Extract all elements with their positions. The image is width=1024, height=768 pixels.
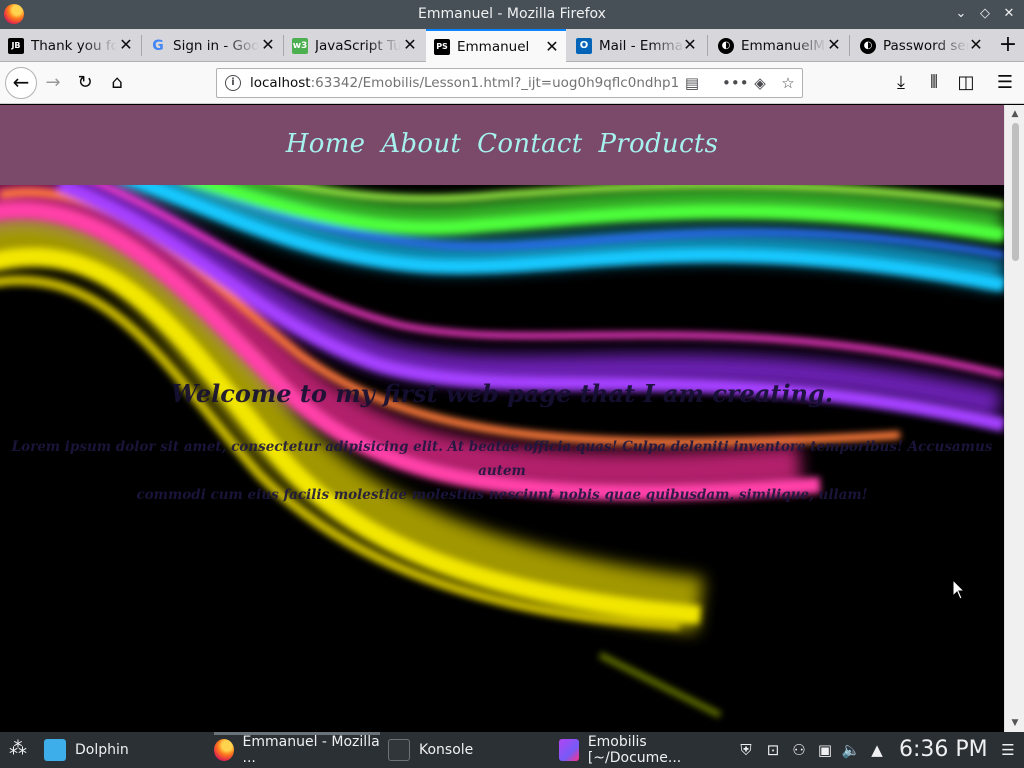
- reload-button[interactable]: ↻: [70, 68, 100, 98]
- panel-menu-icon[interactable]: ☰: [998, 740, 1018, 760]
- tab-label: Emmanuel: [457, 38, 530, 55]
- page-viewport: Home About Contact Products Welcome to m…: [0, 105, 1004, 732]
- close-tab-icon[interactable]: ✕: [402, 37, 418, 53]
- url-bar[interactable]: i localhost:63342/Emobilis/Lesson1.html?…: [216, 68, 803, 98]
- clock[interactable]: 6:36 PM: [899, 737, 988, 762]
- task-label: Emobilis [~/Docume...: [587, 734, 682, 766]
- tab-bar: JB Thank you for ✕ G Sign in - Goog ✕ w3…: [0, 29, 1024, 62]
- tab-active[interactable]: PS Emmanuel ✕: [426, 29, 566, 62]
- tab[interactable]: O Mail - Emman ✕: [568, 29, 704, 62]
- new-tab-button[interactable]: +: [994, 29, 1022, 62]
- task-label: Emmanuel - Mozilla ...: [242, 734, 380, 766]
- forward-button[interactable]: →: [38, 68, 68, 98]
- tab[interactable]: w3 JavaScript Tut ✕: [284, 29, 424, 62]
- application-launcher-icon[interactable]: ⁂: [8, 739, 28, 759]
- tab[interactable]: JB Thank you for ✕: [0, 29, 140, 62]
- url-text[interactable]: localhost:63342/Emobilis/Lesson1.html?_i…: [250, 75, 680, 91]
- google-icon: G: [152, 37, 164, 54]
- task-label: Konsole: [419, 742, 474, 758]
- page-paragraph: Lorem ipsum dolor sit amet, consectetur …: [0, 435, 1004, 507]
- jetbrains-icon: JB: [8, 37, 24, 54]
- sidebar-icon[interactable]: ◫: [951, 68, 981, 98]
- tab[interactable]: ◐ Password ser ✕: [852, 29, 990, 62]
- nav-link-about[interactable]: About: [381, 129, 461, 159]
- w3schools-icon: w3: [292, 37, 308, 54]
- close-tab-icon[interactable]: ✕: [826, 37, 842, 53]
- nav-link-contact[interactable]: Contact: [477, 129, 582, 159]
- tab-label: Mail - Emman: [599, 37, 685, 54]
- close-window-icon[interactable]: ✕: [1000, 5, 1018, 23]
- tab-label: JavaScript Tut: [315, 37, 401, 54]
- network-icon[interactable]: ⊡: [763, 740, 783, 760]
- page-actions-icon[interactable]: •••: [722, 74, 749, 92]
- mouse-cursor-icon: [952, 579, 966, 600]
- reader-view-icon[interactable]: ▤: [683, 74, 701, 92]
- page-scrollbar[interactable]: ▲ ▼: [1004, 105, 1024, 732]
- expand-tray-icon[interactable]: ▲: [867, 740, 887, 760]
- menu-icon[interactable]: ☰: [990, 68, 1020, 98]
- task-konsole[interactable]: Konsole: [388, 732, 548, 768]
- tab-label: Password ser: [883, 37, 969, 54]
- outlook-icon: O: [576, 37, 592, 54]
- volume-muted-icon[interactable]: 🔈: [841, 740, 861, 760]
- taskbar: ⁂ Dolphin Emmanuel - Mozilla ... Konsole…: [0, 732, 1024, 768]
- paragraph-line: Lorem ipsum dolor sit amet, consectetur …: [11, 439, 993, 479]
- page-heading: Welcome to my first web page that I am c…: [170, 379, 834, 408]
- github-icon: ◐: [860, 37, 876, 54]
- window-titlebar: Emmanuel - Mozilla Firefox ⌄ ◇ ✕: [0, 0, 1024, 29]
- task-phpstorm[interactable]: Emobilis [~/Docume...: [559, 732, 729, 768]
- close-tab-icon[interactable]: ✕: [118, 37, 134, 53]
- clipboard-icon[interactable]: ▣: [815, 740, 835, 760]
- task-label: Dolphin: [75, 742, 129, 758]
- tab-label: Thank you for: [31, 37, 117, 54]
- site-navigation: Home About Contact Products: [0, 105, 1004, 185]
- close-tab-icon[interactable]: ✕: [682, 37, 698, 53]
- navigation-toolbar: ← → ↻ ⌂ i localhost:63342/Emobilis/Lesso…: [0, 62, 1024, 104]
- maximize-icon[interactable]: ◇: [976, 5, 994, 23]
- bookmark-star-icon[interactable]: ☆: [779, 74, 797, 92]
- scrollbar-thumb[interactable]: [1012, 123, 1019, 261]
- dolphin-icon: [44, 739, 66, 761]
- shield-icon[interactable]: ⛨: [736, 740, 756, 760]
- nav-link-products[interactable]: Products: [599, 129, 719, 159]
- paragraph-line: commodi cum eius facilis molestiae moles…: [136, 487, 868, 503]
- close-tab-icon[interactable]: ✕: [260, 37, 276, 53]
- scroll-down-icon[interactable]: ▼: [1005, 716, 1024, 730]
- back-button[interactable]: ←: [5, 67, 37, 99]
- phpstorm-icon: PS: [434, 38, 450, 55]
- phpstorm-icon: [559, 739, 579, 761]
- close-tab-icon[interactable]: ✕: [968, 37, 984, 53]
- minimize-icon[interactable]: ⌄: [952, 5, 970, 23]
- pocket-icon[interactable]: ◈: [751, 74, 769, 92]
- tab-label: Sign in - Goog: [173, 37, 259, 54]
- github-icon: ◐: [718, 37, 734, 54]
- site-info-icon[interactable]: i: [225, 75, 241, 91]
- window-title: Emmanuel - Mozilla Firefox: [418, 6, 606, 22]
- konsole-icon: [388, 739, 410, 761]
- scroll-up-icon[interactable]: ▲: [1005, 107, 1024, 121]
- tab[interactable]: ◐ EmmanuelMu ✕: [710, 29, 848, 62]
- task-dolphin[interactable]: Dolphin: [44, 732, 204, 768]
- nav-link-home[interactable]: Home: [286, 129, 366, 159]
- home-button[interactable]: ⌂: [102, 68, 132, 98]
- downloads-icon[interactable]: ⤓: [886, 68, 916, 98]
- task-firefox[interactable]: Emmanuel - Mozilla ...: [214, 732, 380, 768]
- tab[interactable]: G Sign in - Goog ✕: [142, 29, 282, 62]
- user-icon[interactable]: ⚇: [789, 740, 809, 760]
- close-tab-icon[interactable]: ✕: [544, 39, 560, 55]
- tab-label: EmmanuelMu: [741, 37, 827, 54]
- firefox-icon: [214, 739, 234, 761]
- library-icon[interactable]: ⫴: [919, 68, 949, 98]
